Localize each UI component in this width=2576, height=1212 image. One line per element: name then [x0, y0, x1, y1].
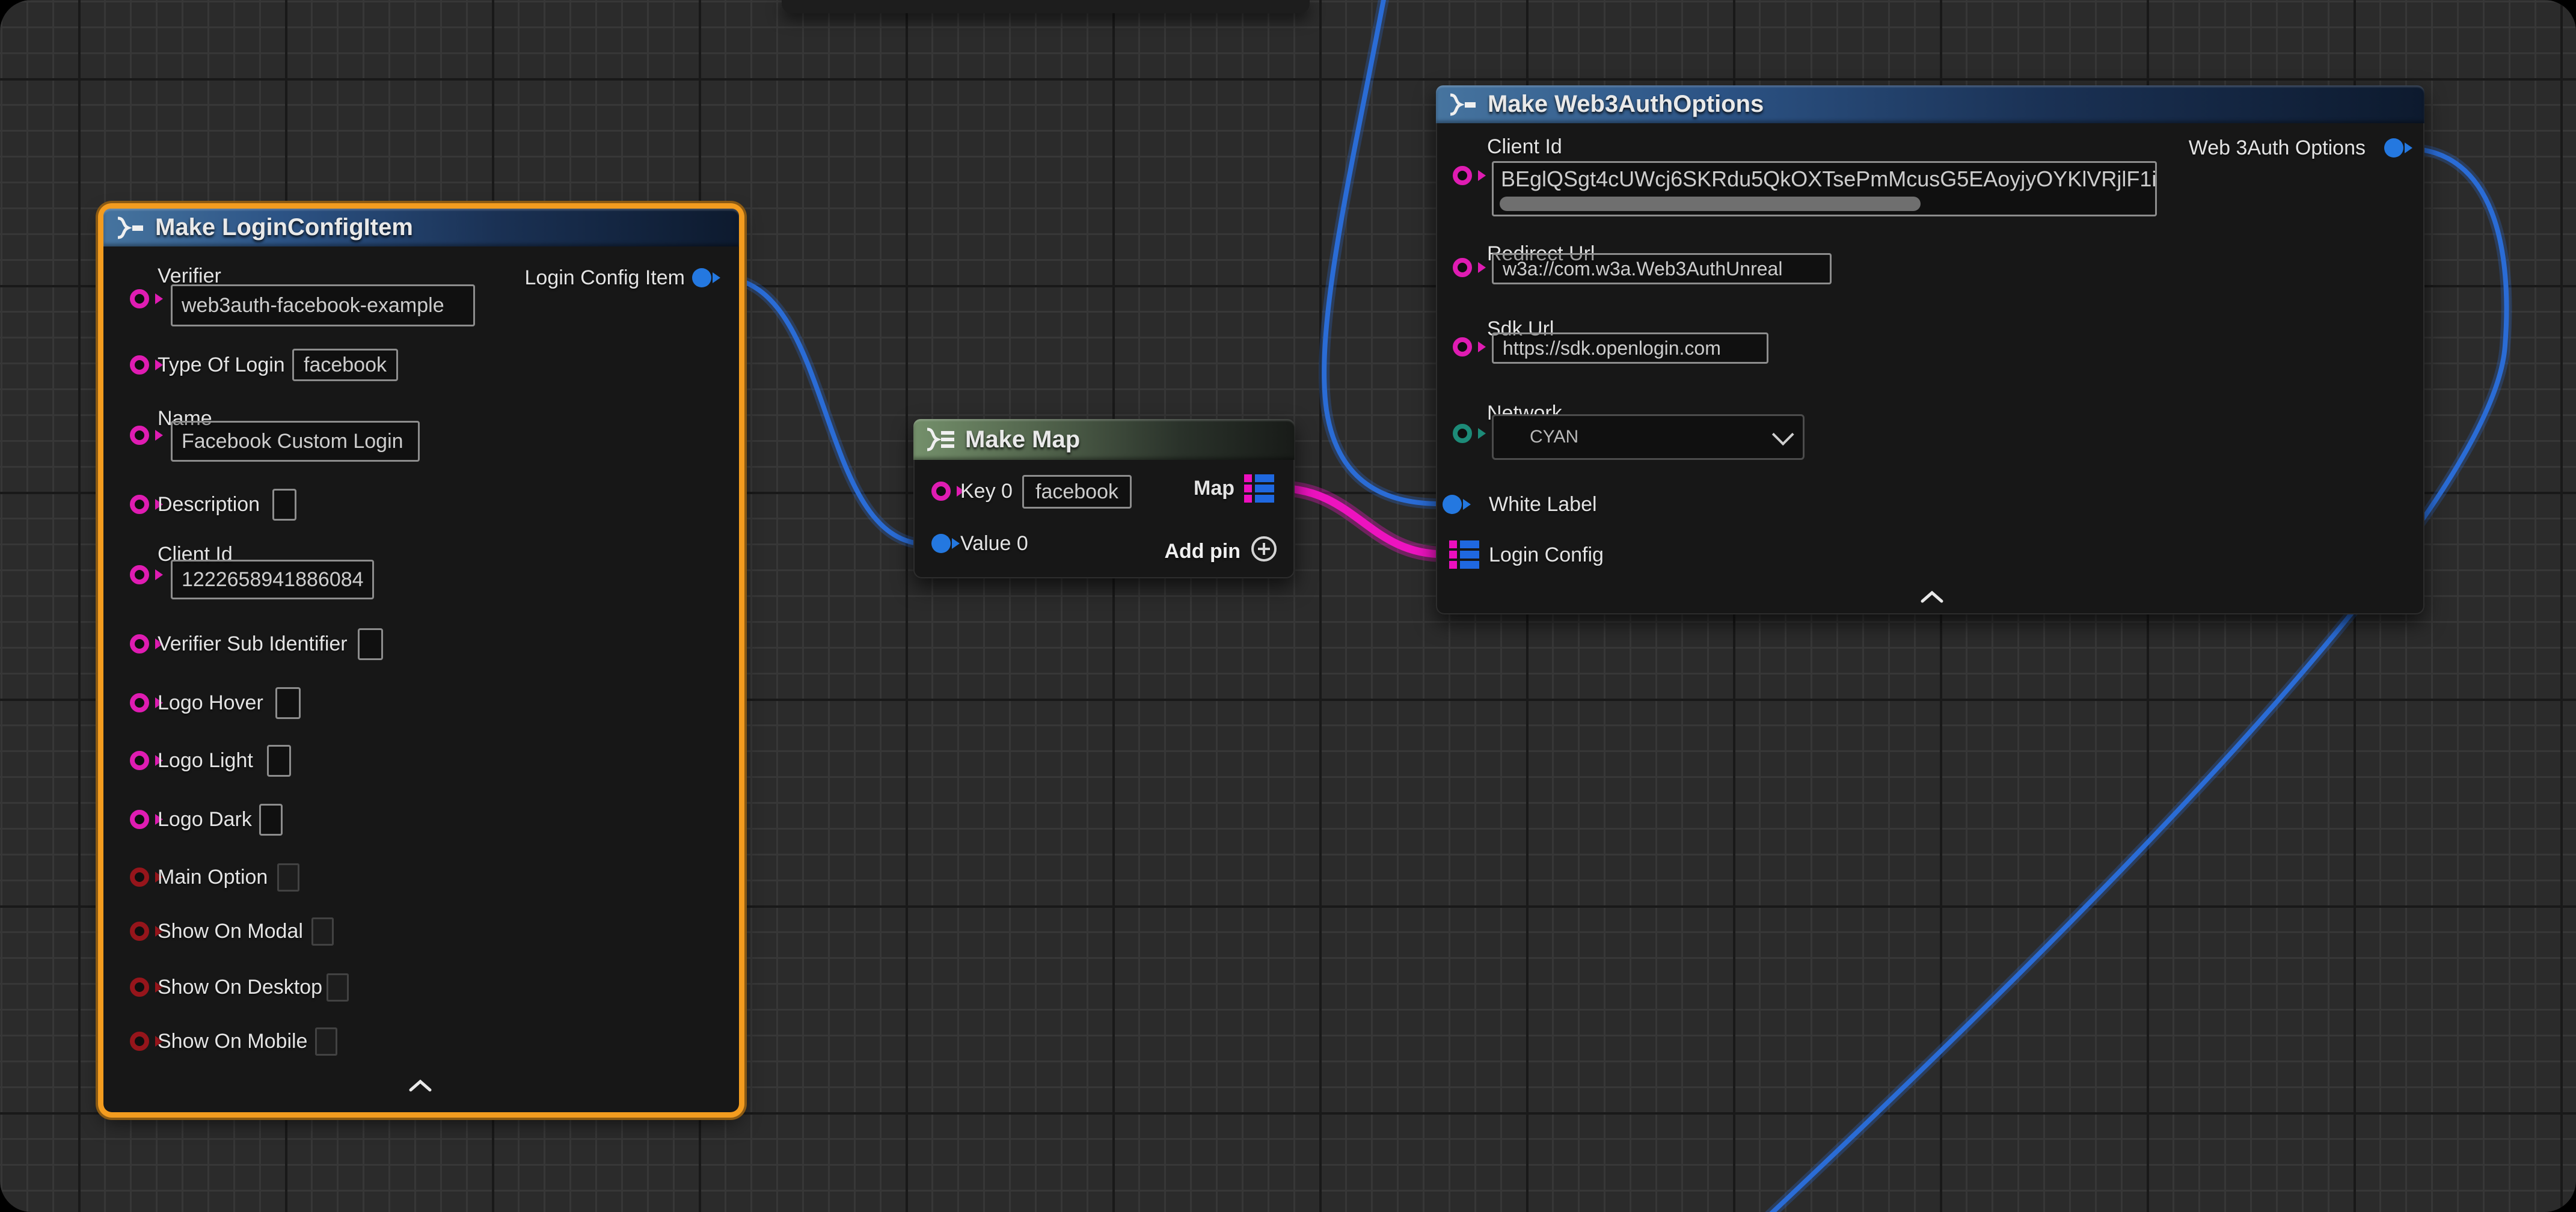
pin-login-config[interactable]	[1449, 540, 1479, 573]
pin-label-key0: Key 0	[960, 478, 1013, 504]
wire-top-to-whitelabel[interactable]	[1324, 0, 1440, 504]
show-on-mobile-checkbox[interactable]	[315, 1027, 337, 1056]
wire-top-to-whitelabel-glow	[1324, 0, 1440, 504]
make-struct-icon	[115, 216, 147, 240]
sdk-url-input[interactable]: https://sdk.openlogin.com	[1492, 332, 1768, 364]
pin-type-of-login[interactable]	[130, 355, 149, 375]
blueprint-editor-window: Make LoginConfigItem Login Config Item V…	[0, 0, 2576, 1212]
pin-label-value0: Value 0	[960, 530, 1028, 557]
pin-name[interactable]	[130, 426, 149, 445]
node-make-loginconfigitem-header[interactable]: Make LoginConfigItem	[103, 209, 739, 246]
make-struct-icon	[1448, 93, 1479, 117]
add-pin-label: Add pin	[1164, 540, 1240, 563]
pin-show-on-modal[interactable]	[130, 922, 149, 941]
logo-hover-input[interactable]	[275, 687, 301, 719]
client-id-text: BEglQSgt4cUWcj6SKRdu5QkOXTsePmMcusG5EAoy…	[1494, 163, 2155, 192]
graph-canvas[interactable]: Make LoginConfigItem Login Config Item V…	[0, 0, 2576, 1212]
make-map-icon	[924, 426, 958, 453]
add-pin-plus-icon	[1250, 535, 1278, 568]
output-pin-label: Web 3Auth Options	[2189, 135, 2366, 161]
key0-input[interactable]: facebook	[1022, 475, 1132, 509]
pin-show-on-desktop[interactable]	[130, 978, 149, 997]
wire-loginconfigitem-to-value0[interactable]	[720, 278, 927, 544]
node-title: Make Web3AuthOptions	[1488, 91, 1764, 118]
pin-label-login-config: Login Config	[1489, 542, 1604, 568]
node-title: Make Map	[965, 426, 1080, 453]
pin-label-type-of-login: Type Of Login	[158, 352, 285, 378]
node-make-map-header[interactable]: Make Map	[913, 419, 1295, 460]
pin-verifier-sub-identifier[interactable]	[130, 634, 149, 653]
pin-label-map-output: Map	[1194, 475, 1234, 501]
pin-label-logo-hover: Logo Hover	[158, 690, 263, 716]
show-on-modal-checkbox[interactable]	[311, 917, 334, 946]
pin-label-show-on-modal: Show On Modal	[158, 918, 303, 944]
pin-client-id[interactable]	[1453, 166, 1472, 185]
pin-logo-hover[interactable]	[130, 693, 149, 712]
pin-white-label[interactable]	[1443, 495, 1462, 514]
wire-map-to-loginconfig-glow	[1277, 488, 1444, 554]
description-input[interactable]	[272, 489, 296, 521]
pin-logo-light[interactable]	[130, 751, 149, 770]
name-input[interactable]: Facebook Custom Login	[171, 421, 420, 462]
pin-show-on-mobile[interactable]	[130, 1032, 149, 1051]
client-id-input[interactable]: 1222658941886084	[171, 560, 374, 599]
pin-label-show-on-desktop: Show On Desktop	[158, 974, 322, 1000]
pin-label-verifier-sub-identifier: Verifier Sub Identifier	[158, 631, 348, 657]
pin-label-client-id: Client Id	[1487, 133, 1562, 160]
pin-label-logo-dark: Logo Dark	[158, 806, 252, 833]
client-id-input[interactable]: BEglQSgt4cUWcj6SKRdu5QkOXTsePmMcusG5EAoy…	[1492, 161, 2157, 216]
pin-label-show-on-mobile: Show On Mobile	[158, 1028, 307, 1054]
pin-web3auth-options-output[interactable]	[2384, 138, 2403, 158]
node-title: Make LoginConfigItem	[155, 214, 413, 241]
pin-network[interactable]	[1453, 424, 1472, 443]
pin-label-description: Description	[158, 491, 260, 518]
wire-map-to-loginconfig[interactable]	[1277, 488, 1444, 554]
node-make-loginconfigitem[interactable]: Make LoginConfigItem Login Config Item V…	[103, 209, 739, 1112]
verifier-sub-identifier-input[interactable]	[358, 628, 383, 660]
pin-label-white-label: White Label	[1489, 491, 1597, 518]
chevron-down-icon	[1772, 423, 1794, 445]
add-pin-button[interactable]: Add pin	[1164, 535, 1278, 568]
clipped-node-top[interactable]	[782, 0, 1310, 13]
network-dropdown-value: CYAN	[1530, 427, 1578, 447]
pin-sdk-url[interactable]	[1453, 337, 1472, 357]
pin-map-output[interactable]	[1244, 474, 1274, 507]
collapse-node-chevron-icon[interactable]	[1920, 590, 1944, 604]
pin-value0[interactable]	[931, 534, 951, 553]
network-dropdown[interactable]: CYAN	[1492, 414, 1805, 460]
show-on-desktop-checkbox[interactable]	[327, 973, 349, 1002]
pin-login-config-item-output[interactable]	[692, 268, 711, 287]
logo-light-input[interactable]	[267, 745, 291, 777]
pin-redirect-url[interactable]	[1453, 258, 1472, 277]
logo-dark-input[interactable]	[259, 804, 283, 836]
pin-label-main-option: Main Option	[158, 864, 268, 890]
main-option-checkbox[interactable]	[277, 863, 299, 892]
node-make-web3authoptions-header[interactable]: Make Web3AuthOptions	[1436, 85, 2424, 123]
pin-main-option[interactable]	[130, 868, 149, 887]
pin-verifier[interactable]	[130, 289, 149, 308]
pin-client-id[interactable]	[130, 565, 149, 584]
node-make-web3authoptions[interactable]: Make Web3AuthOptions Web 3Auth Options C…	[1436, 85, 2424, 614]
verifier-input[interactable]: web3auth-facebook-example	[171, 284, 475, 326]
collapse-node-chevron-icon[interactable]	[408, 1079, 432, 1092]
output-pin-label: Login Config Item	[525, 265, 685, 291]
node-make-map[interactable]: Make Map Key 0 facebook Value 0 Map Add …	[913, 419, 1295, 578]
pin-key0[interactable]	[931, 482, 951, 501]
pin-label-logo-light: Logo Light	[158, 747, 253, 774]
wire-loginconfigitem-to-value0-glow	[720, 278, 927, 544]
redirect-url-input[interactable]: w3a://com.w3a.Web3AuthUnreal	[1492, 253, 1832, 284]
type-of-login-input[interactable]: facebook	[292, 349, 398, 381]
pin-description[interactable]	[130, 495, 149, 514]
pin-logo-dark[interactable]	[130, 810, 149, 829]
client-id-scrollbar-thumb[interactable]	[1500, 197, 1921, 211]
